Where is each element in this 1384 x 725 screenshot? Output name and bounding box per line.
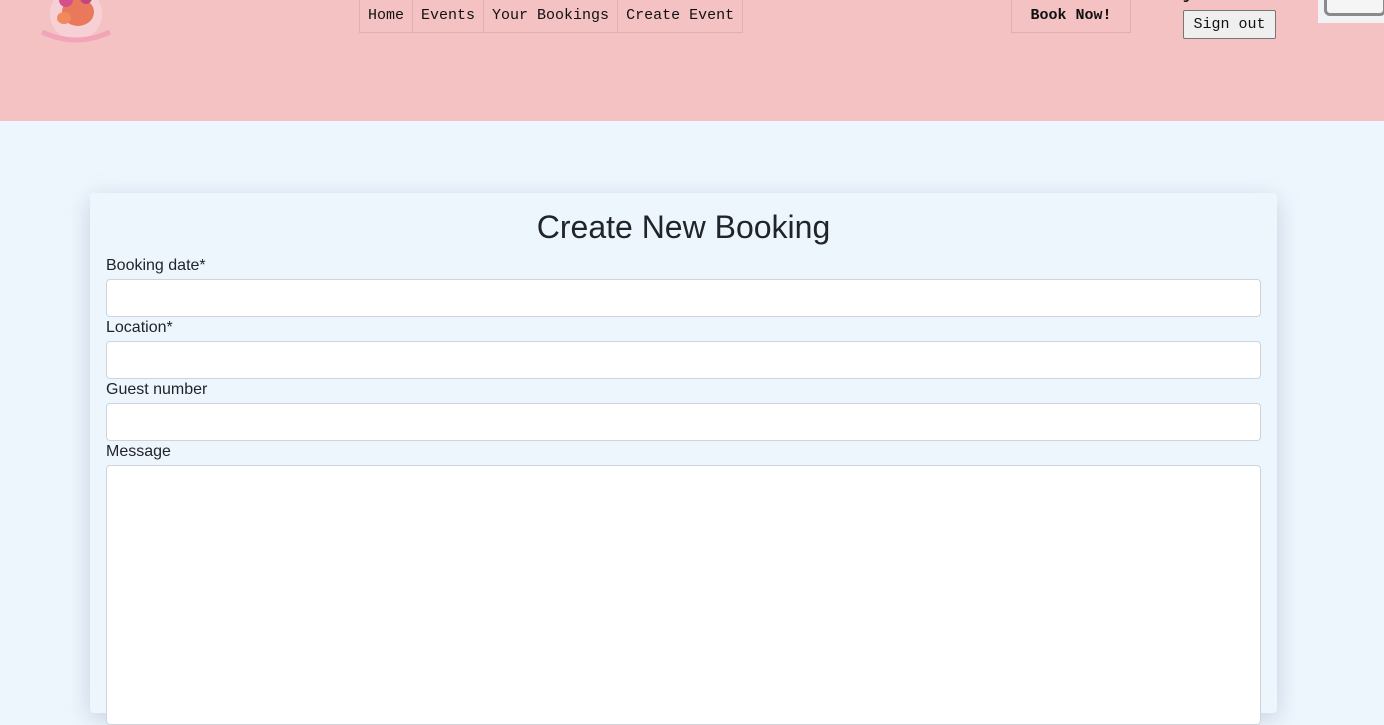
brand-logo[interactable] [34,0,118,52]
sign-out-button[interactable]: Sign out [1183,10,1276,39]
nav-your-bookings[interactable]: Your Bookings [484,0,619,33]
nav-events[interactable]: Events [413,0,485,33]
location-label: Location* [106,319,173,336]
main-nav: Home Events Your Bookings Create Event [359,0,744,33]
book-now-link[interactable]: Book Now! [1011,0,1131,33]
guest-number-label: Guest number [106,381,208,398]
nav-home[interactable]: Home [359,0,414,33]
booking-form-card: Create New Booking Booking date* Locatio… [90,193,1277,725]
username-label: johnwatson [1183,0,1283,4]
location-input[interactable] [106,341,1261,379]
message-label: Message [106,443,171,460]
booking-date-label: Booking date* [106,257,206,274]
page-title: Create New Booking [536,209,831,245]
booking-date-input[interactable] [106,279,1261,317]
message-textarea[interactable] [106,465,1261,725]
guest-number-input[interactable] [106,403,1261,441]
nav-create-event[interactable]: Create Event [618,0,744,33]
site-header: Home Events Your Bookings Create Event B… [0,0,1384,121]
corner-button[interactable] [1324,0,1384,16]
